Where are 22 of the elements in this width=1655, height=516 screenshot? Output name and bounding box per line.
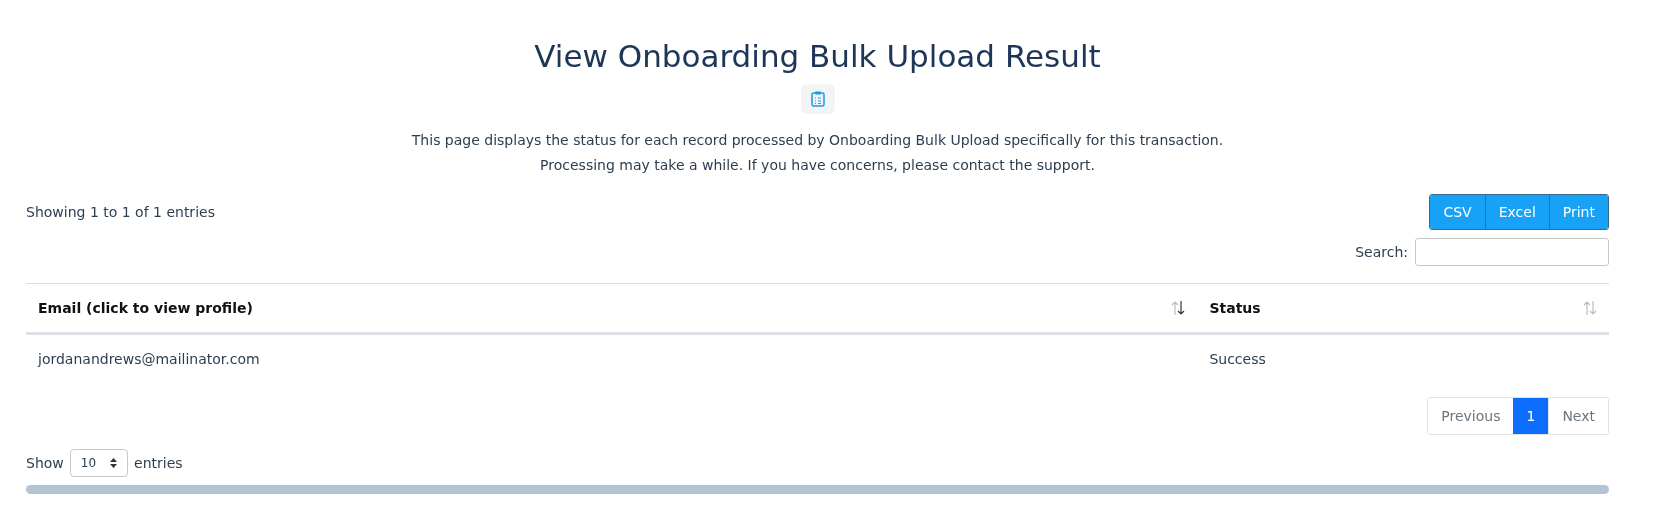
table-cell: jordanandrews@mailinator.com [38, 351, 260, 367]
show-label: Show [26, 455, 64, 471]
description-text: Processing may take a while. If you have concerns, please contact the support. [539, 156, 1096, 175]
entries-info: Showing 1 to 1 of 1 entries [26, 204, 215, 220]
entries-label: entries [134, 455, 183, 471]
search-field[interactable] [1415, 238, 1609, 266]
description-text: This page displays the status for each record processed by Onboarding Bulk Upload specifically for this transaction. [411, 131, 1224, 150]
clipboard-icon [800, 84, 835, 114]
pagination-button[interactable]: Next [1548, 398, 1608, 434]
export-button[interactable]: Print [1548, 195, 1608, 229]
export-button[interactable]: Excel [1484, 195, 1549, 229]
sort-icon[interactable] [1171, 300, 1186, 316]
page-button[interactable]: 1 [1513, 398, 1549, 434]
export-button[interactable]: CSV [1430, 195, 1485, 229]
table-cell: Success [1209, 351, 1266, 367]
page-title: View Onboarding Bulk Upload Result [534, 38, 1101, 74]
column-header[interactable]: Email (click to view profile) [38, 300, 253, 316]
page-length-select[interactable]: 10 [69, 449, 129, 477]
sort-caret-icon [110, 458, 118, 468]
column-header[interactable]: Status [1209, 300, 1261, 316]
scrollbar[interactable] [26, 485, 1609, 494]
search-label: Search: [1355, 244, 1408, 260]
